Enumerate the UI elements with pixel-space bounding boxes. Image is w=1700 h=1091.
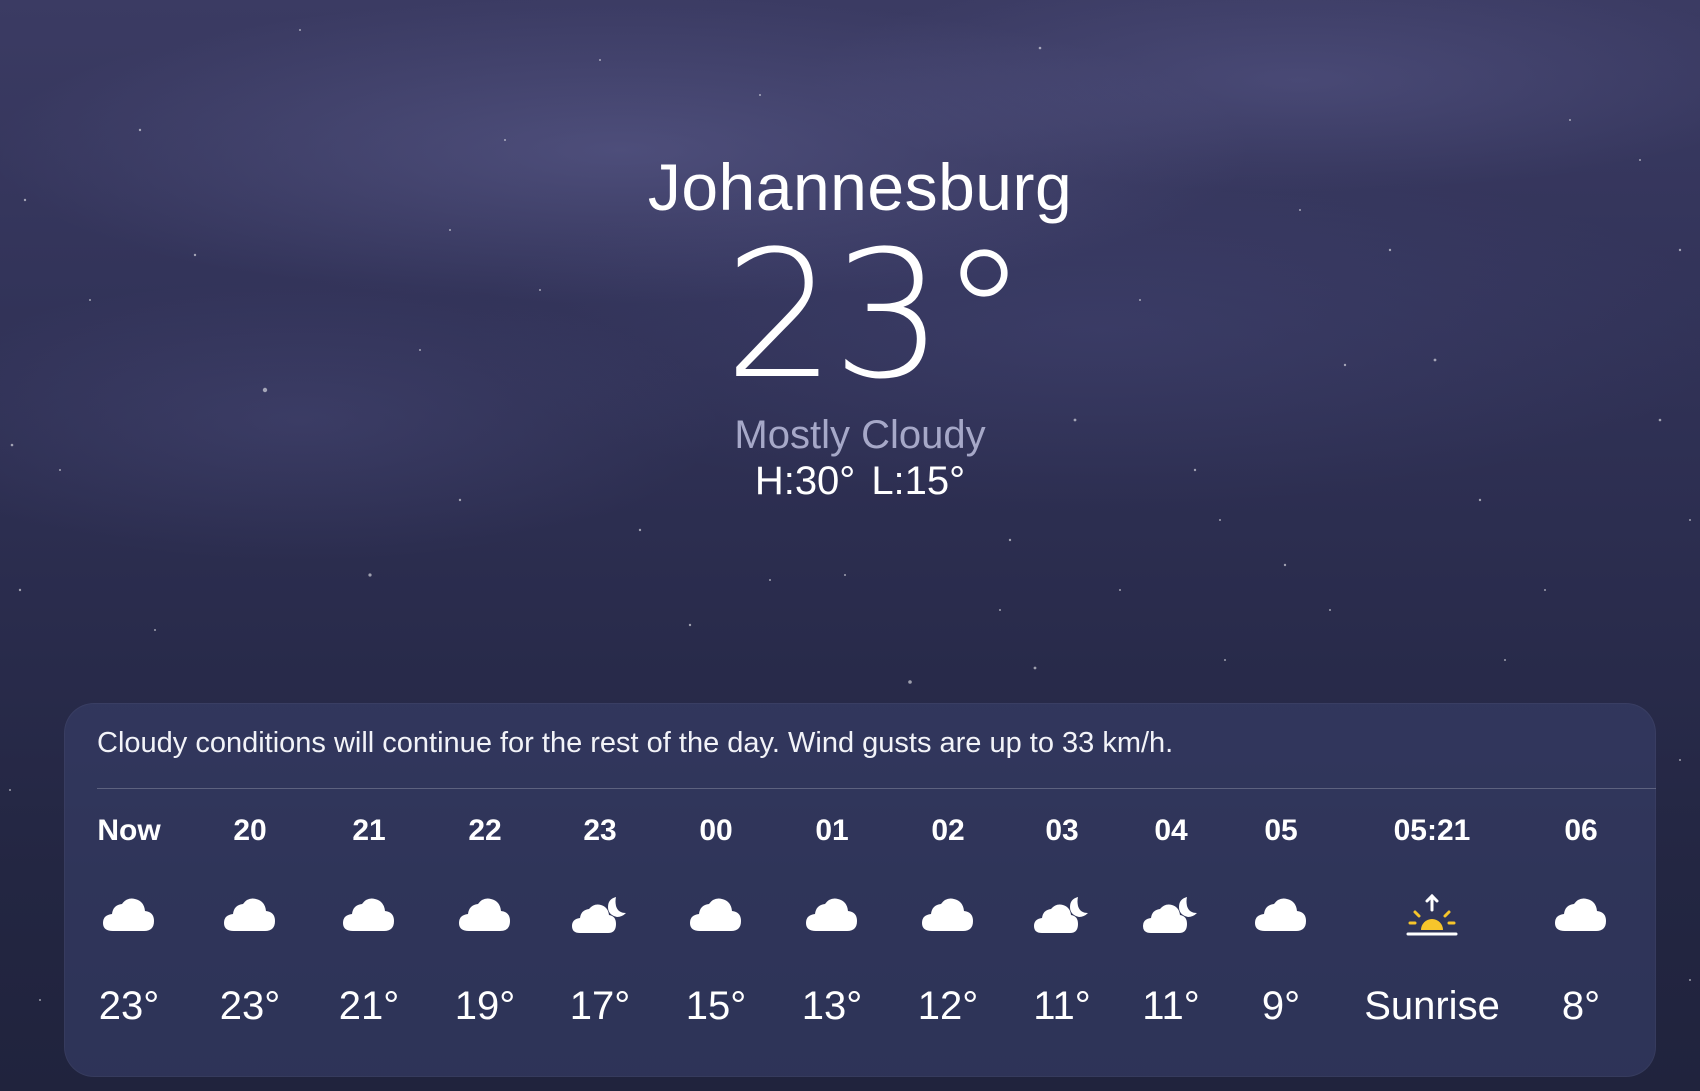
hour-temperature: 23°	[98, 984, 160, 1028]
hour-temperature: 8°	[1561, 984, 1601, 1028]
hour-column: 05:21 Sunrise	[1362, 813, 1502, 1029]
hour-time: 06	[1564, 814, 1598, 847]
cloud-moon-icon	[1032, 893, 1092, 937]
cloud-icon	[1551, 893, 1611, 937]
hour-column: 06 8°	[1511, 813, 1651, 1029]
divider	[97, 788, 1656, 789]
high-temperature: H:30°	[754, 459, 856, 503]
current-temperature: 23°	[724, 213, 1028, 418]
cloud-icon	[99, 893, 159, 937]
sunrise-icon	[1402, 893, 1462, 937]
cloud-icon	[339, 893, 399, 937]
weather-screen: Johannesburg 23° Mostly Cloudy H:30° L:15…	[0, 0, 1700, 1091]
cloud-moon-icon	[570, 893, 630, 937]
hour-temperature: 9°	[1261, 984, 1301, 1028]
cloud-icon	[802, 893, 862, 937]
forecast-summary: Cloudy conditions will continue for the …	[97, 727, 1174, 759]
cloud-icon	[686, 893, 746, 937]
hour-column: Now 23°	[59, 813, 199, 1029]
cloud-moon-icon	[1141, 893, 1201, 937]
current-conditions: Johannesburg 23° Mostly Cloudy H:30° L:15…	[0, 150, 1700, 504]
hour-time: Now	[97, 814, 161, 847]
hour-time: 05	[1264, 814, 1298, 847]
hour-time: 05:21	[1393, 814, 1471, 847]
high-low: H:30° L:15°	[0, 458, 1700, 504]
hour-column: 05 9°	[1211, 813, 1351, 1029]
condition-text: Mostly Cloudy	[734, 413, 986, 457]
cloud-icon	[455, 893, 515, 937]
cloud-icon	[1251, 893, 1311, 937]
hourly-forecast-card[interactable]: Cloudy conditions will continue for the …	[64, 703, 1656, 1077]
cloud-icon	[220, 893, 280, 937]
hour-temperature: Sunrise	[1364, 984, 1500, 1028]
low-temperature: L:15°	[871, 459, 966, 503]
cloud-icon	[918, 893, 978, 937]
